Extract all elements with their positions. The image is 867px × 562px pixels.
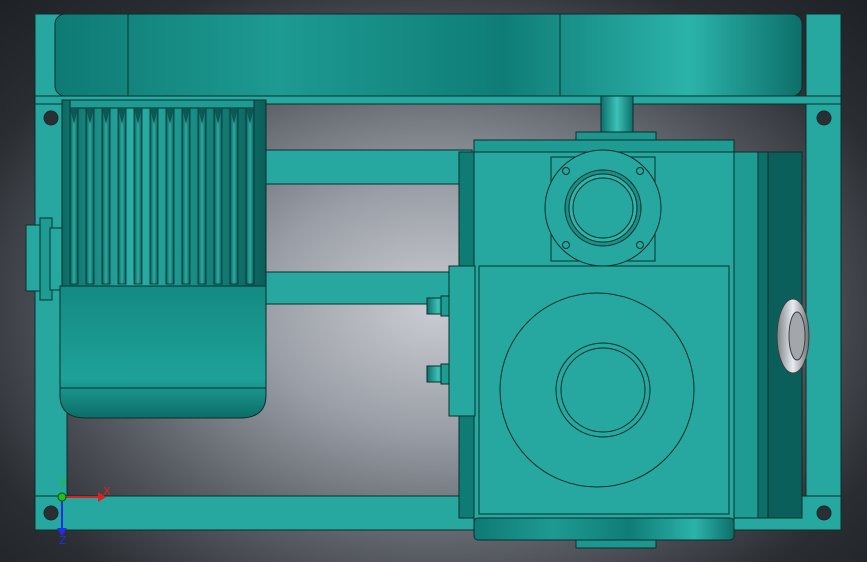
motor-fin bbox=[245, 107, 255, 285]
motor-fin bbox=[149, 107, 159, 285]
model-canvas[interactable]: X Y Z bbox=[0, 0, 867, 562]
bearing-ring[interactable] bbox=[776, 298, 810, 374]
electric-motor[interactable] bbox=[25, 99, 267, 419]
gearbox[interactable] bbox=[426, 95, 810, 549]
belt-guard[interactable] bbox=[54, 13, 803, 97]
z-axis-label: Z bbox=[59, 534, 67, 547]
motor-fin bbox=[69, 107, 79, 285]
port-fittings[interactable] bbox=[426, 295, 450, 385]
motor-fin bbox=[197, 107, 207, 285]
motor-fin bbox=[213, 107, 223, 285]
motor-fin bbox=[181, 107, 191, 285]
gear-cover-circle[interactable] bbox=[499, 292, 695, 488]
motor-fin bbox=[117, 107, 127, 285]
motor-fin bbox=[85, 107, 95, 285]
cad-viewport[interactable]: X Y Z bbox=[0, 0, 867, 562]
y-axis-label: Y bbox=[59, 477, 67, 490]
motor-fin bbox=[101, 107, 111, 285]
x-axis-label: X bbox=[103, 485, 111, 498]
top-flange[interactable] bbox=[544, 149, 662, 267]
motor-fin bbox=[165, 107, 175, 285]
motor-fin bbox=[229, 107, 239, 285]
motor-fin bbox=[133, 107, 143, 285]
